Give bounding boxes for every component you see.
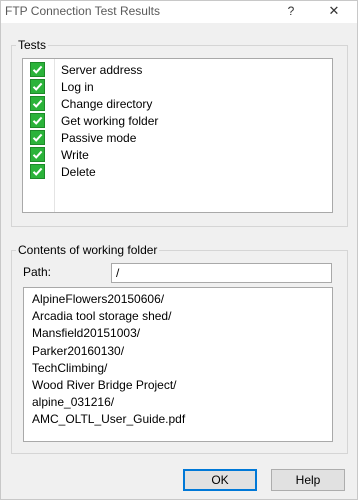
folder-list-item[interactable]: Parker20160130/ [32, 344, 124, 358]
test-row: Log in [23, 78, 332, 95]
folder-list-item[interactable]: AMC_OLTL_User_Guide.pdf [32, 412, 185, 426]
test-label: Get working folder [61, 114, 159, 128]
test-row: Get working folder [23, 112, 332, 129]
test-label: Server address [61, 63, 143, 77]
close-icon[interactable]: ✕ [324, 3, 344, 19]
green-check-icon [30, 62, 45, 77]
test-label: Delete [61, 165, 96, 179]
green-check-icon [30, 113, 45, 128]
tests-group-label: Tests [16, 38, 49, 52]
folder-list-item[interactable]: Mansfield20151003/ [32, 326, 140, 340]
title-bar: FTP Connection Test Results ? ✕ [1, 1, 357, 23]
dialog-window: FTP Connection Test Results ? ✕ Tests Se… [0, 0, 358, 500]
green-check-icon [30, 164, 45, 179]
test-row: Change directory [23, 95, 332, 112]
test-row: Write [23, 146, 332, 163]
green-check-icon [30, 79, 45, 94]
folder-list-item[interactable]: TechClimbing/ [32, 361, 107, 375]
ok-button[interactable]: OK [183, 469, 257, 491]
test-label: Passive mode [61, 131, 137, 145]
test-label: Log in [61, 80, 94, 94]
folder-list-item[interactable]: Wood River Bridge Project/ [32, 378, 177, 392]
path-label: Path: [23, 265, 52, 279]
folder-group-label: Contents of working folder [16, 243, 160, 257]
test-row: Passive mode [23, 129, 332, 146]
test-row: Delete [23, 163, 332, 180]
help-icon[interactable]: ? [283, 3, 299, 19]
test-label: Write [61, 148, 89, 162]
folder-contents-list[interactable]: AlpineFlowers20150606/Arcadia tool stora… [23, 287, 333, 442]
green-check-icon [30, 96, 45, 111]
green-check-icon [30, 147, 45, 162]
window-title: FTP Connection Test Results [5, 4, 160, 18]
green-check-icon [30, 130, 45, 145]
test-row: Server address [23, 61, 332, 78]
folder-list-item[interactable]: alpine_031216/ [32, 395, 114, 409]
path-field[interactable] [111, 263, 332, 283]
tests-list[interactable]: Server address Log in Change directory Get … [22, 58, 333, 213]
test-label: Change directory [61, 97, 153, 111]
help-button[interactable]: Help [271, 469, 345, 491]
folder-list-item[interactable]: Arcadia tool storage shed/ [32, 309, 171, 323]
folder-list-item[interactable]: AlpineFlowers20150606/ [32, 292, 164, 306]
